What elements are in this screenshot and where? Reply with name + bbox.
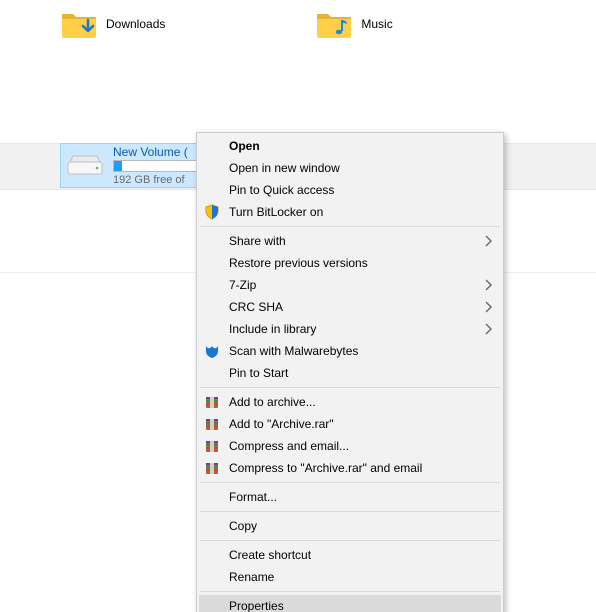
menu-compress-and-email[interactable]: Compress and email... bbox=[199, 435, 501, 457]
menu-pin-to-start[interactable]: Pin to Start bbox=[199, 362, 501, 384]
winrar-icon bbox=[204, 438, 220, 454]
menu-add-to-archive-rar[interactable]: Add to "Archive.rar" bbox=[199, 413, 501, 435]
menu-separator bbox=[200, 511, 500, 512]
folder-music[interactable]: Music bbox=[315, 8, 392, 40]
menu-separator bbox=[200, 482, 500, 483]
menu-restore-versions[interactable]: Restore previous versions bbox=[199, 252, 501, 274]
menu-scan-malwarebytes[interactable]: Scan with Malwarebytes bbox=[199, 340, 501, 362]
winrar-icon bbox=[204, 394, 220, 410]
chevron-right-icon bbox=[483, 279, 493, 291]
menu-bitlocker[interactable]: Turn BitLocker on bbox=[199, 201, 501, 223]
menu-separator bbox=[200, 591, 500, 592]
menu-separator bbox=[200, 387, 500, 388]
menu-7zip[interactable]: 7-Zip bbox=[199, 274, 501, 296]
winrar-icon bbox=[204, 416, 220, 432]
chevron-right-icon bbox=[483, 235, 493, 247]
menu-format[interactable]: Format... bbox=[199, 486, 501, 508]
malwarebytes-icon bbox=[204, 343, 220, 359]
menu-open-new-window[interactable]: Open in new window bbox=[199, 157, 501, 179]
menu-pin-quick-access[interactable]: Pin to Quick access bbox=[199, 179, 501, 201]
menu-separator bbox=[200, 540, 500, 541]
menu-include-in-library[interactable]: Include in library bbox=[199, 318, 501, 340]
shield-icon bbox=[204, 204, 220, 220]
folder-icons-row: Downloads Music bbox=[0, 0, 596, 40]
context-menu: Open Open in new window Pin to Quick acc… bbox=[196, 132, 504, 612]
chevron-right-icon bbox=[483, 301, 493, 313]
menu-share-with[interactable]: Share with bbox=[199, 230, 501, 252]
menu-copy[interactable]: Copy bbox=[199, 515, 501, 537]
chevron-right-icon bbox=[483, 323, 493, 335]
menu-create-shortcut[interactable]: Create shortcut bbox=[199, 544, 501, 566]
folder-label: Downloads bbox=[106, 17, 165, 31]
menu-properties[interactable]: Properties bbox=[199, 595, 501, 612]
menu-crc-sha[interactable]: CRC SHA bbox=[199, 296, 501, 318]
menu-add-to-archive[interactable]: Add to archive... bbox=[199, 391, 501, 413]
folder-downloads[interactable]: Downloads bbox=[60, 8, 165, 40]
folder-label: Music bbox=[361, 17, 392, 31]
menu-open[interactable]: Open bbox=[199, 135, 501, 157]
music-folder-icon bbox=[315, 8, 353, 40]
downloads-folder-icon bbox=[60, 8, 98, 40]
drive-icon bbox=[67, 154, 103, 178]
menu-separator bbox=[200, 226, 500, 227]
winrar-icon bbox=[204, 460, 220, 476]
menu-compress-rar-and-email[interactable]: Compress to "Archive.rar" and email bbox=[199, 457, 501, 479]
menu-rename[interactable]: Rename bbox=[199, 566, 501, 588]
